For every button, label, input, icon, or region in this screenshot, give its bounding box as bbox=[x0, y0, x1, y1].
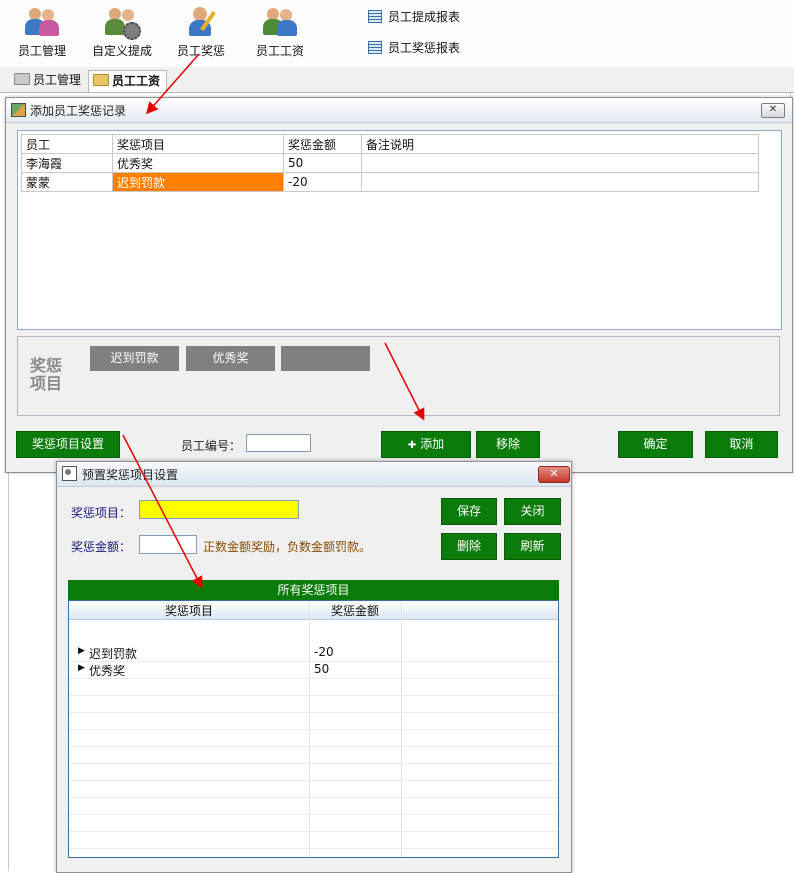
reward-punish-report-link[interactable]: 员工奖惩报表 bbox=[368, 39, 460, 57]
cell-item: 迟到罚款 bbox=[89, 647, 138, 661]
remove-button[interactable]: 移除 bbox=[476, 431, 540, 458]
column-header[interactable]: 奖惩金额 bbox=[283, 134, 362, 154]
employee-salary-button[interactable]: 员工工资 bbox=[245, 2, 315, 62]
empty-row bbox=[69, 832, 558, 849]
dialog-titlebar: 添加员工奖惩记录 ✕ bbox=[6, 98, 792, 123]
cell-employee[interactable]: 蒙蒙 bbox=[21, 172, 113, 192]
close-button[interactable]: ✕ bbox=[761, 103, 785, 118]
employee-no-label: 员工编号： bbox=[181, 439, 242, 453]
empty-row bbox=[69, 798, 558, 815]
tab-employee-salary[interactable]: 员工工资 bbox=[88, 70, 168, 92]
amount-hint: 正数金额奖励，负数金额罚款。 bbox=[203, 540, 372, 554]
report-icon bbox=[368, 10, 382, 23]
add-reward-punish-dialog: 添加员工奖惩记录 ✕ 员工 奖惩项目 奖惩金额 备注说明 李海霞 优秀奖 50 … bbox=[5, 97, 793, 473]
item-name-input[interactable] bbox=[139, 500, 299, 519]
items-panel-title: 奖惩项目 bbox=[30, 356, 63, 393]
employee-management-button[interactable]: 员工管理 bbox=[7, 2, 77, 62]
commission-report-link[interactable]: 员工提成报表 bbox=[368, 8, 460, 26]
column-header[interactable]: 奖惩项目 bbox=[69, 602, 309, 619]
ok-button[interactable]: 确定 bbox=[618, 431, 693, 458]
item-settings-button[interactable]: 奖惩项目设置 bbox=[16, 431, 120, 458]
employee-no-input[interactable] bbox=[246, 434, 311, 452]
delete-button[interactable]: 删除 bbox=[441, 533, 497, 560]
reward-punish-grid[interactable]: 员工 奖惩项目 奖惩金额 备注说明 李海霞 优秀奖 50 蒙蒙 迟到罚款 -20 bbox=[17, 130, 782, 330]
folder-icon bbox=[93, 74, 109, 86]
item-label: 奖惩项目： bbox=[71, 506, 132, 520]
save-button[interactable]: 保存 bbox=[441, 498, 497, 525]
dialog-titlebar: 预置奖惩项目设置 ✕ bbox=[57, 462, 571, 487]
tab-employee-management[interactable]: 员工管理 bbox=[10, 70, 87, 91]
empty-row bbox=[69, 696, 558, 713]
all-items-header: 所有奖惩项目 bbox=[68, 580, 559, 600]
item-button-empty[interactable] bbox=[281, 346, 370, 371]
refresh-button[interactable]: 刷新 bbox=[504, 533, 561, 560]
custom-commission-button[interactable]: 自定义提成 bbox=[87, 2, 157, 62]
user-edit-icon bbox=[184, 6, 218, 36]
empty-row bbox=[69, 730, 558, 747]
users-gear-icon bbox=[105, 6, 141, 40]
toolbar: 员工管理 自定义提成 员工奖惩 员工工资 员工提成报表 员工奖惩报表 bbox=[0, 0, 794, 66]
table-row[interactable]: 李海霞 优秀奖 50 bbox=[21, 153, 759, 173]
add-button-label: 添加 bbox=[420, 437, 445, 451]
amount-label: 奖惩金额： bbox=[71, 540, 132, 554]
column-header[interactable]: 奖惩金额 bbox=[309, 602, 401, 619]
add-button[interactable]: ✚ 添加 bbox=[381, 431, 471, 458]
column-header[interactable]: 员工 bbox=[21, 134, 113, 154]
empty-row bbox=[69, 764, 558, 781]
amount-input[interactable] bbox=[139, 535, 197, 554]
close-icon: ✕ bbox=[768, 104, 778, 115]
item-button-excellence-award[interactable]: 优秀奖 bbox=[186, 346, 275, 371]
table-header-row: 员工 奖惩项目 奖惩金额 备注说明 bbox=[21, 134, 759, 154]
users-icon bbox=[25, 6, 59, 36]
user-card-icon bbox=[11, 103, 26, 117]
page-border bbox=[8, 471, 9, 871]
preset-items-dialog: 预置奖惩项目设置 ✕ 奖惩项目： 奖惩金额： 正数金额奖励，负数金额罚款。 保存… bbox=[56, 461, 572, 873]
cell-amount: -20 bbox=[314, 645, 334, 659]
cell-employee[interactable]: 李海霞 bbox=[21, 153, 113, 173]
plus-icon: ✚ bbox=[407, 440, 417, 451]
column-header[interactable]: 备注说明 bbox=[361, 134, 759, 154]
folder-icon bbox=[14, 73, 30, 85]
table-row[interactable]: ▶ 迟到罚款 -20 bbox=[69, 645, 558, 662]
grid-header: 奖惩项目 奖惩金额 bbox=[69, 601, 558, 620]
cell-note[interactable] bbox=[361, 153, 759, 173]
empty-row bbox=[69, 815, 558, 832]
table-row[interactable]: 蒙蒙 迟到罚款 -20 bbox=[21, 172, 759, 192]
close-dialog-button[interactable]: 关闭 bbox=[504, 498, 561, 525]
empty-row bbox=[69, 713, 558, 730]
table-row[interactable]: ▶ 优秀奖 50 bbox=[69, 662, 558, 679]
close-button[interactable]: ✕ bbox=[538, 466, 570, 483]
cell-item: 优秀奖 bbox=[89, 664, 126, 678]
tab-strip: 员工管理 员工工资 bbox=[0, 67, 794, 93]
cancel-button[interactable]: 取消 bbox=[705, 431, 778, 458]
empty-row bbox=[69, 679, 558, 696]
cell-amount[interactable]: 50 bbox=[283, 153, 362, 173]
cell-amount: 50 bbox=[314, 662, 330, 676]
row-pointer-icon: ▶ bbox=[78, 646, 85, 656]
empty-row bbox=[69, 781, 558, 798]
records-table: 员工 奖惩项目 奖惩金额 备注说明 李海霞 优秀奖 50 蒙蒙 迟到罚款 -20 bbox=[21, 134, 759, 192]
users-money-icon bbox=[263, 6, 297, 36]
row-pointer-icon: ▶ bbox=[78, 663, 85, 673]
dialog-title: 预置奖惩项目设置 bbox=[82, 468, 179, 482]
cell-item[interactable]: 优秀奖 bbox=[112, 153, 284, 173]
empty-row bbox=[69, 747, 558, 764]
employee-reward-punish-button[interactable]: 员工奖惩 bbox=[166, 2, 236, 62]
cell-note[interactable] bbox=[361, 172, 759, 192]
close-icon: ✕ bbox=[549, 467, 559, 480]
report-icon bbox=[368, 41, 382, 54]
dialog-title: 添加员工奖惩记录 bbox=[30, 104, 127, 118]
item-button-late-fine[interactable]: 迟到罚款 bbox=[90, 346, 179, 371]
column-header[interactable]: 奖惩项目 bbox=[112, 134, 284, 154]
all-items-grid[interactable]: 奖惩项目 奖惩金额 ▶ 迟到罚款 -20 ▶ 优秀奖 50 bbox=[68, 600, 559, 858]
cell-item-selected[interactable]: 迟到罚款 bbox=[112, 172, 284, 192]
items-panel: 奖惩项目 迟到罚款 优秀奖 bbox=[17, 336, 780, 416]
user-search-icon bbox=[62, 466, 77, 481]
cell-amount[interactable]: -20 bbox=[283, 172, 362, 192]
